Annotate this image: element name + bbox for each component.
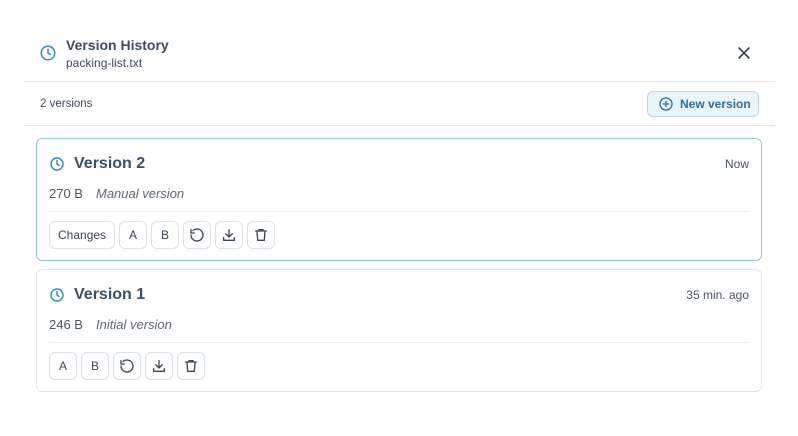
version-actions: A B (49, 352, 205, 380)
compare-b-button[interactable]: B (151, 221, 180, 249)
clock-icon (50, 288, 64, 302)
download-icon (223, 229, 236, 241)
compare-b-button[interactable]: B (81, 352, 109, 380)
new-version-button[interactable]: New version (647, 91, 759, 117)
download-icon (153, 360, 165, 372)
restore-button[interactable] (183, 221, 212, 249)
download-button[interactable] (215, 221, 244, 249)
restore-button[interactable] (113, 352, 141, 380)
card-divider (49, 211, 749, 212)
panel-header: Version History packing-list.txt (24, 0, 775, 82)
plus-circle-icon (659, 97, 673, 111)
restore-icon (190, 228, 204, 242)
version-count: 2 versions (40, 98, 93, 110)
version-size: 246 B (49, 317, 83, 332)
restore-icon (120, 359, 134, 373)
trash-icon (255, 229, 268, 241)
clock-icon (40, 45, 56, 61)
trash-icon (185, 360, 197, 372)
new-version-label: New version (680, 97, 751, 111)
version-card[interactable]: Version 2 Now 270 B Manual version Chang… (36, 138, 762, 261)
version-name: Version 2 (74, 155, 146, 172)
version-name: Version 1 (74, 286, 146, 303)
delete-button[interactable] (177, 352, 205, 380)
file-name: packing-list.txt (66, 56, 143, 70)
history-toolbar: 2 versions New version (24, 82, 775, 126)
changes-button[interactable]: Changes (49, 221, 116, 249)
version-time: 35 min. ago (686, 288, 749, 302)
version-actions: Changes A B (49, 221, 276, 249)
compare-a-button[interactable]: A (119, 221, 148, 249)
delete-button[interactable] (247, 221, 276, 249)
download-button[interactable] (145, 352, 173, 380)
version-history-panel: Version History packing-list.txt 2 versi… (24, 0, 775, 436)
compare-a-button[interactable]: A (49, 352, 77, 380)
close-icon[interactable] (734, 43, 754, 63)
version-time: Now (724, 157, 749, 171)
version-note: Initial version (96, 317, 172, 332)
panel-title: Version History (66, 37, 169, 53)
version-size: 270 B (49, 186, 83, 201)
version-card[interactable]: Version 1 35 min. ago 246 B Initial vers… (36, 269, 762, 392)
version-note: Manual version (96, 186, 185, 201)
card-divider (49, 342, 749, 343)
clock-icon (50, 157, 64, 171)
